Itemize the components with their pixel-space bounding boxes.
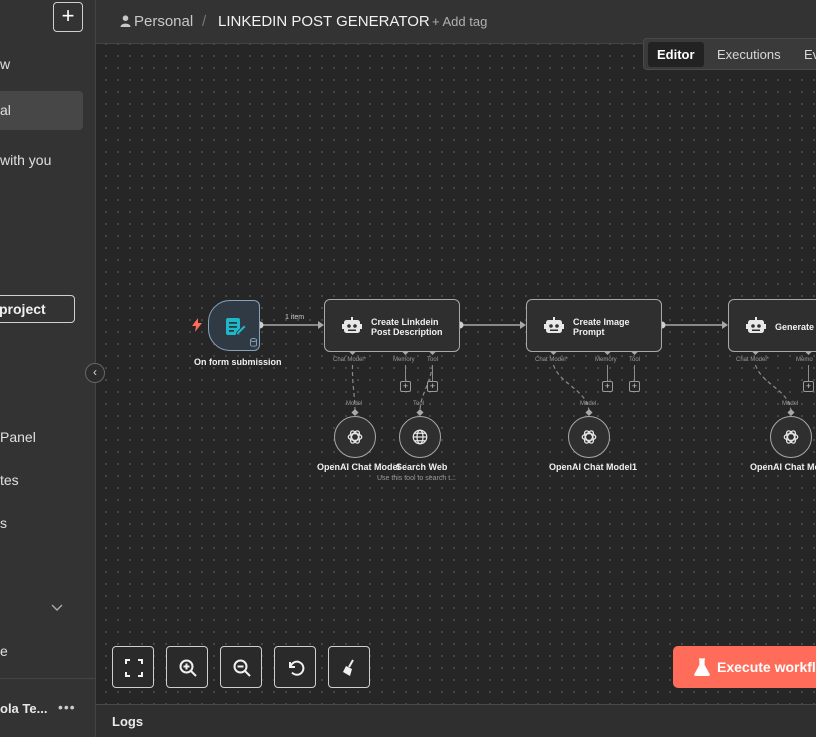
port-label-tool: Tool bbox=[629, 357, 641, 363]
port-label-tool: Tool bbox=[413, 401, 425, 407]
node-title-line1: Create Linkdein bbox=[371, 317, 439, 327]
breadcrumb-separator: / bbox=[202, 13, 207, 30]
openai-icon bbox=[581, 430, 597, 444]
reset-zoom-button[interactable] bbox=[274, 646, 316, 688]
user-icon bbox=[120, 15, 131, 27]
port-label-memory: Memory bbox=[393, 357, 415, 363]
view-tabs: Editor Executions Ev bbox=[643, 38, 816, 70]
port-label-model: Model bbox=[346, 401, 363, 407]
zoom-in-button[interactable] bbox=[166, 646, 208, 688]
subnode-openai-chat-model[interactable] bbox=[334, 416, 376, 458]
subnode-search-web[interactable] bbox=[399, 416, 441, 458]
tab-evaluations[interactable]: Ev bbox=[795, 42, 816, 67]
workflow-canvas[interactable] bbox=[96, 44, 816, 704]
logs-panel[interactable]: Logs bbox=[96, 704, 816, 737]
subnode-label: OpenAI Chat Mo bbox=[750, 462, 816, 472]
flask-icon bbox=[694, 658, 710, 676]
add-button[interactable]: + bbox=[53, 2, 83, 32]
db-icon bbox=[250, 338, 257, 347]
port-label-chat-model: Chat Model* bbox=[333, 357, 367, 363]
node-title-line1: Create Image bbox=[573, 317, 630, 327]
sidebar-item-overview[interactable]: w bbox=[0, 56, 10, 72]
sidebar-item-shared-with-you[interactable]: with you bbox=[0, 152, 51, 168]
add-project-button[interactable]: project bbox=[0, 295, 75, 323]
robot-icon bbox=[544, 317, 564, 333]
openai-icon bbox=[783, 430, 799, 444]
broom-icon bbox=[343, 659, 354, 676]
agent-node-create-image-prompt[interactable]: Create Image Prompt bbox=[526, 299, 662, 352]
add-tool-button[interactable]: + bbox=[629, 381, 640, 392]
port-label-chat-model: Chat Model* bbox=[736, 357, 770, 363]
collapse-sidebar-button[interactable]: ‹ bbox=[85, 363, 105, 383]
node-title-line2: Post Description bbox=[371, 327, 443, 337]
sidebar-item-templates[interactable]: tes bbox=[0, 472, 19, 488]
more-icon[interactable]: ••• bbox=[58, 699, 76, 715]
openai-icon bbox=[347, 430, 363, 444]
trigger-bolt-icon bbox=[192, 318, 202, 335]
trigger-node-form-submission[interactable] bbox=[208, 300, 260, 351]
add-tag-button[interactable]: + Add tag bbox=[432, 14, 487, 29]
execute-workflow-button[interactable]: Execute workfl bbox=[673, 646, 816, 688]
subnode-label: OpenAI Chat Model bbox=[317, 462, 400, 472]
add-tool-button[interactable]: + bbox=[427, 381, 438, 392]
node-title-line1: Generate T bbox=[775, 322, 816, 332]
add-memory-button[interactable]: + bbox=[602, 381, 613, 392]
form-icon bbox=[226, 318, 246, 336]
sidebar-item-help[interactable]: e bbox=[0, 643, 8, 659]
fit-view-button[interactable] bbox=[112, 646, 154, 688]
sidebar-item-personal[interactable]: al bbox=[0, 91, 83, 130]
sidebar-item-variables[interactable]: s bbox=[0, 515, 7, 531]
connection-item-count: 1 item bbox=[285, 314, 305, 321]
sidebar: + w al with you project Panel tes s e ol… bbox=[0, 0, 96, 737]
zoom-in-icon bbox=[179, 659, 197, 677]
tidy-up-button[interactable] bbox=[328, 646, 370, 688]
breadcrumb-owner[interactable]: Personal bbox=[120, 13, 193, 30]
globe-icon bbox=[412, 429, 428, 445]
subnode-label: OpenAI Chat Model1 bbox=[549, 462, 638, 472]
add-memory-button[interactable]: + bbox=[400, 381, 411, 392]
agent-node-create-linkedin-post[interactable]: Create Linkdein Post Description bbox=[324, 299, 460, 352]
agent-node-generate[interactable]: Generate T bbox=[728, 299, 816, 352]
user-name[interactable]: ola Te... bbox=[0, 701, 47, 716]
node-title-line2: Prompt bbox=[573, 327, 605, 337]
port-label-tool: Tool bbox=[427, 357, 439, 363]
port-label-memory: Memo bbox=[796, 357, 813, 363]
page-title[interactable]: LINKEDIN POST GENERATOR bbox=[218, 13, 430, 30]
tab-editor[interactable]: Editor bbox=[648, 42, 704, 67]
fit-view-icon bbox=[125, 659, 143, 677]
sidebar-footer: ola Te... ••• bbox=[0, 678, 95, 737]
undo-icon bbox=[289, 660, 305, 676]
port-label-chat-model: Chat Model* bbox=[535, 357, 569, 363]
subnode-label: Search Web bbox=[396, 462, 448, 472]
subnode-openai-chat-model1[interactable] bbox=[568, 416, 610, 458]
port-label-memory: Memory bbox=[595, 357, 617, 363]
port-label-model: Model bbox=[782, 401, 799, 407]
execute-workflow-label: Execute workfl bbox=[717, 659, 816, 675]
chevron-down-icon[interactable] bbox=[51, 601, 63, 615]
subnode-openai-chat-model2[interactable] bbox=[770, 416, 812, 458]
robot-icon bbox=[746, 317, 766, 333]
breadcrumb-owner-label: Personal bbox=[134, 13, 194, 30]
subnode-description: Use this tool to search t... bbox=[377, 475, 456, 482]
port-label-model: Model bbox=[580, 401, 597, 407]
logs-label: Logs bbox=[112, 714, 144, 729]
add-memory-button[interactable]: + bbox=[803, 381, 814, 392]
zoom-out-icon bbox=[233, 659, 251, 677]
sidebar-item-admin-panel[interactable]: Panel bbox=[0, 429, 36, 445]
robot-icon bbox=[342, 317, 362, 333]
trigger-node-label: On form submission bbox=[194, 357, 282, 367]
zoom-out-button[interactable] bbox=[220, 646, 262, 688]
tab-executions[interactable]: Executions bbox=[708, 42, 790, 67]
